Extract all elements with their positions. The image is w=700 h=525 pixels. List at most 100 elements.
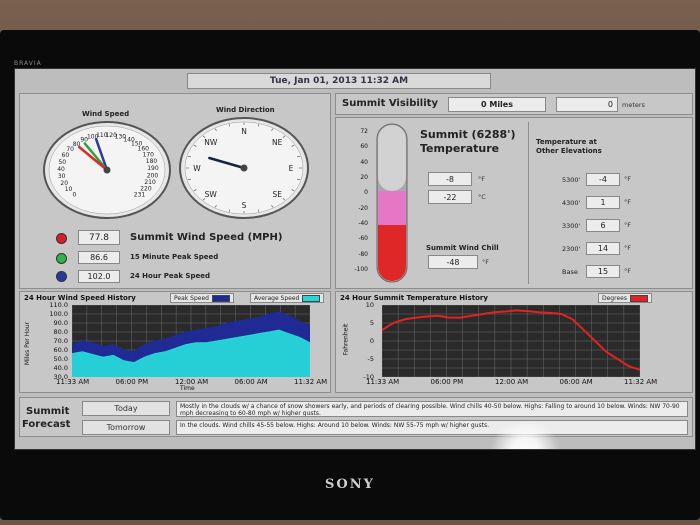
forecast-today-text: Mostly in the clouds w/ a chance of snow… bbox=[176, 401, 688, 417]
wind-legend-avg-label: Average Speed bbox=[254, 294, 300, 302]
elevation-label: 3300' bbox=[562, 222, 581, 230]
temperature-panel: 72 60 40 20 0 -20 -40 -60 -80 -100 Summit (6288')… bbox=[335, 117, 693, 289]
speed-tick-label: 190 bbox=[147, 165, 159, 172]
elevation-value: 6 bbox=[586, 219, 620, 232]
thermometer-tick: -60 bbox=[358, 235, 368, 243]
temperature-fahrenheit: -8 bbox=[428, 172, 472, 186]
elevation-unit: °F bbox=[624, 175, 631, 183]
wind-panel: Wind Speed Wind Direction 0 10 20 30 40 50 60 7… bbox=[19, 93, 331, 289]
y-tick-label: 60.0 bbox=[53, 346, 68, 354]
thermometer-tick: 60 bbox=[360, 143, 368, 151]
forecast-today-tab[interactable]: Today bbox=[82, 401, 170, 416]
wind-legend-peak: Peak Speed bbox=[170, 293, 234, 303]
temp-history-panel: 24 Hour Summit Temperature History Degre… bbox=[335, 291, 693, 393]
wind-chill-label: Summit Wind Chill bbox=[426, 244, 499, 252]
speed-tick-label: 50 bbox=[58, 159, 66, 166]
x-tick-label: 11:33 AM bbox=[56, 378, 90, 386]
peak24-value: 102.0 bbox=[78, 270, 120, 283]
x-tick-label: 12:00 AM bbox=[495, 378, 529, 386]
direction-label: NW bbox=[204, 138, 218, 147]
wind-history-panel: 24 Hour Wind Speed History Peak Speed Av… bbox=[19, 291, 331, 393]
thermometer-tick: 0 bbox=[364, 189, 368, 197]
wind-legend-avg-swatch bbox=[302, 294, 321, 302]
elevation-label: 2300' bbox=[562, 245, 581, 253]
direction-label: NE bbox=[272, 138, 283, 147]
speed-tick-label: 231 bbox=[134, 192, 146, 199]
x-tick-label: 11:32 AM bbox=[624, 378, 658, 386]
current-wind-label: Summit Wind Speed (MPH) bbox=[130, 232, 283, 243]
current-wind-led bbox=[56, 233, 67, 244]
thermometer-tick: -80 bbox=[358, 250, 368, 258]
wind-legend-peak-label: Peak Speed bbox=[174, 294, 209, 302]
wind-history-xlabel: Time bbox=[180, 385, 195, 392]
temperature-c-unit: °C bbox=[478, 193, 486, 201]
y-tick-label: 90.0 bbox=[53, 319, 68, 327]
thermometer-tick: -40 bbox=[358, 220, 368, 227]
visibility-meters-value: 0 bbox=[556, 97, 618, 112]
weather-dashboard: Tue, Jan 01, 2013 11:32 AM Wind Speed Wi… bbox=[14, 68, 696, 450]
temp-legend-label: Degrees bbox=[602, 294, 627, 302]
y-tick-label: 40.0 bbox=[53, 364, 68, 372]
thermometer-tick: -100 bbox=[354, 266, 368, 273]
elevation-unit: °F bbox=[624, 244, 631, 252]
x-tick-label: 06:00 PM bbox=[115, 378, 149, 386]
speed-tick-label: 30 bbox=[58, 173, 66, 180]
y-tick-label: 5 bbox=[369, 319, 374, 327]
tv-brand-top: BRAVIA bbox=[14, 60, 42, 67]
speed-tick-label: 60 bbox=[62, 152, 70, 159]
wind-chill-unit: °F bbox=[482, 258, 489, 266]
direction-label: S bbox=[242, 201, 247, 210]
y-tick-label: 110.0 bbox=[49, 301, 68, 309]
forecast-title-line2: Forecast bbox=[22, 419, 71, 430]
x-tick-label: 06:00 AM bbox=[559, 378, 593, 386]
elevation-unit: °F bbox=[624, 198, 631, 206]
y-tick-label: 0 bbox=[369, 337, 374, 345]
wind-speed-gauge-title: Wind Speed bbox=[82, 110, 130, 118]
thermometer-tick: 40 bbox=[360, 158, 368, 166]
temp-legend: Degrees bbox=[598, 293, 652, 303]
visibility-title: Summit Visibility bbox=[342, 98, 438, 109]
wind-history-plot bbox=[72, 305, 310, 377]
peak15-label: 15 Minute Peak Speed bbox=[130, 253, 219, 261]
elevation-unit: °F bbox=[624, 221, 631, 229]
visibility-panel: Summit Visibility 0 Miles 0 meters bbox=[335, 93, 693, 115]
direction-label: W bbox=[193, 164, 201, 173]
wind-speed-gauge: 0102030405060708090 100110120130140150160… bbox=[43, 121, 171, 219]
elevations-title-line1: Temperature at bbox=[536, 138, 597, 146]
temperature-celsius: -22 bbox=[428, 190, 472, 204]
thermometer-tick: 20 bbox=[360, 174, 368, 181]
elevations-title-line2: Other Elevations bbox=[536, 147, 602, 155]
forecast-tomorrow-tab[interactable]: Tomorrow bbox=[82, 420, 170, 435]
forecast-tomorrow-text: In the clouds. Wind chills 45-55 below. … bbox=[176, 420, 688, 435]
elevation-label: Base bbox=[562, 268, 578, 276]
temperature-f-unit: °F bbox=[478, 175, 485, 183]
y-tick-label: 50.0 bbox=[53, 355, 68, 363]
y-tick-label: 10 bbox=[365, 301, 374, 309]
thermometer-tick: 72 bbox=[360, 128, 368, 135]
direction-label: E bbox=[289, 164, 294, 173]
wind-direction-gauge: N NE E SE S SW W NW bbox=[179, 117, 309, 219]
temperature-title-line1: Summit (6288') bbox=[420, 128, 516, 141]
peak15-value: 86.6 bbox=[78, 251, 120, 264]
wind-history-ylabel: Miles Per Hour bbox=[24, 321, 32, 366]
elevation-label: 5300' bbox=[562, 176, 581, 184]
speed-tick-label: 20 bbox=[60, 180, 68, 187]
x-tick-label: 11:32 AM bbox=[294, 378, 328, 386]
elevation-value: 14 bbox=[586, 242, 620, 255]
temp-history-plot bbox=[382, 305, 640, 377]
visibility-meters-unit: meters bbox=[622, 101, 645, 109]
speed-tick-label: 0 bbox=[73, 192, 77, 199]
visibility-miles: 0 Miles bbox=[448, 97, 546, 112]
x-tick-label: 06:00 AM bbox=[234, 378, 268, 386]
wind-legend-avg: Average Speed bbox=[250, 293, 325, 303]
current-wind-value: 77.8 bbox=[78, 230, 120, 245]
peak24-label: 24 Hour Peak Speed bbox=[130, 272, 210, 280]
x-tick-label: 11:33 AM bbox=[366, 378, 400, 386]
elevation-value: 15 bbox=[586, 265, 620, 278]
date-time-display: Tue, Jan 01, 2013 11:32 AM bbox=[187, 73, 491, 89]
direction-label: SE bbox=[272, 190, 282, 199]
speed-tick-label: 10 bbox=[65, 186, 73, 193]
y-tick-label: 70.0 bbox=[53, 337, 68, 345]
wind-direction-gauge-title: Wind Direction bbox=[216, 106, 275, 114]
elevations-divider bbox=[528, 122, 529, 284]
